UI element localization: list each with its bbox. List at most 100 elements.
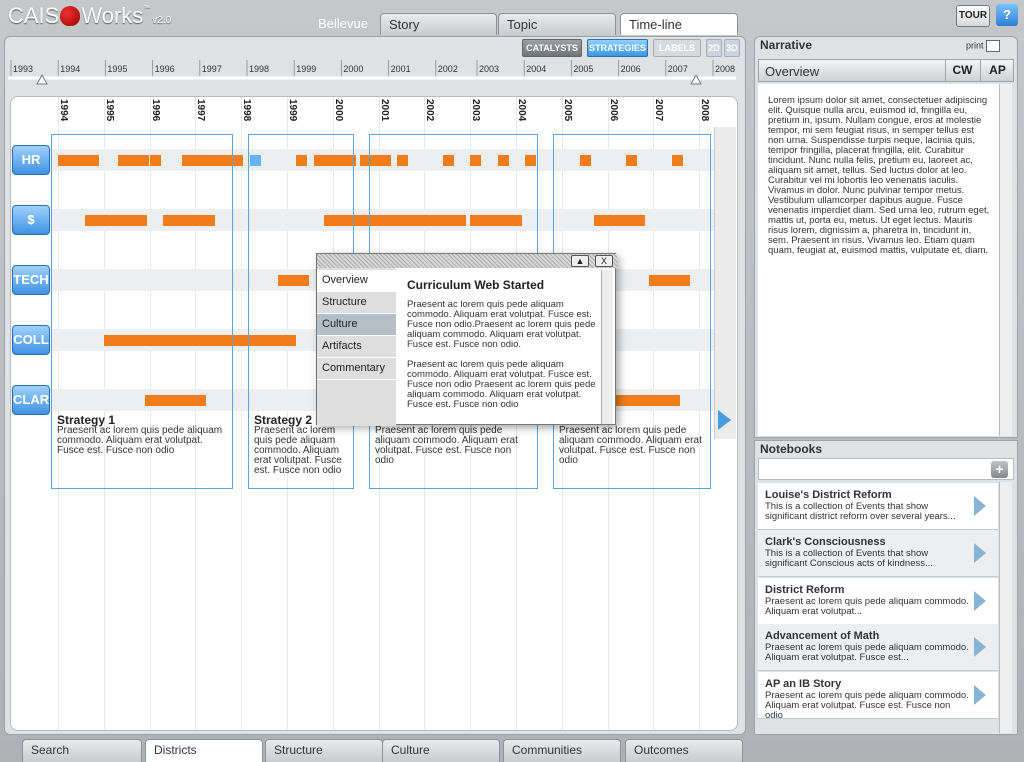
popup-scrollbar[interactable]	[601, 270, 613, 424]
notebook-item[interactable]: Clark's Consciousness This is a collectio…	[758, 530, 998, 577]
notebook-item[interactable]: District Reform Praesent ac lorem quis pe…	[758, 578, 998, 625]
strategy-desc: Praesent ac lorem quis pede aliquam comm…	[254, 425, 342, 476]
cw-tab[interactable]: CW	[945, 60, 979, 81]
narrative-scrollbar[interactable]	[999, 84, 1012, 436]
popup-paragraph-2: Praesent ac lorem quis pede aliquam comm…	[407, 359, 596, 410]
chart-year-label: 1997	[195, 99, 207, 122]
popup-nav-artifacts[interactable]: Artifacts	[317, 336, 396, 358]
apple-icon	[60, 6, 81, 26]
popup-nav-overview[interactable]: Overview	[317, 270, 396, 292]
ruler-year-label: 1994	[60, 64, 80, 74]
notebook-desc: Praesent ac lorem quis pede aliquam comm…	[765, 642, 969, 663]
notebook-title: District Reform	[765, 584, 845, 596]
chart-year-label: 2003	[470, 99, 482, 122]
ruler-year-label: 2004	[526, 64, 546, 74]
ruler-year-label: 2006	[621, 64, 641, 74]
print-button[interactable]: print	[966, 40, 1001, 52]
arrow-right-icon[interactable]	[974, 637, 986, 657]
notebook-title: Louise's District Reform	[765, 489, 892, 501]
add-notebook-button[interactable]: +	[991, 461, 1008, 478]
chart-year-label: 2005	[561, 99, 573, 122]
chart-year-label: 2006	[607, 99, 619, 122]
trademark: ™	[143, 5, 151, 12]
chart-year-label: 1999	[287, 99, 298, 122]
arrow-right-icon[interactable]	[974, 685, 986, 705]
notebook-item[interactable]: Louise's District Reform This is a collec…	[758, 483, 998, 530]
chart-year-label: 1996	[149, 99, 161, 122]
ruler-year-label: 2008	[715, 64, 735, 74]
chart-year-label: 2000	[332, 99, 344, 122]
row-button-budget[interactable]: $	[12, 205, 50, 235]
arrow-right-icon[interactable]	[974, 543, 986, 563]
narrative-title: Narrative	[760, 38, 813, 52]
brand-right: Works	[81, 3, 144, 28]
chart-year-label: 2007	[653, 99, 665, 122]
year-ruler[interactable]: 1993 1994 1995 1996 1997 1998 1999 2000 2001 2002…	[8, 60, 736, 90]
chart-year-label: 1994	[58, 99, 69, 122]
row-button-clar[interactable]: CLAR	[12, 385, 50, 415]
catalysts-toggle[interactable]: CATALYSTS	[522, 39, 582, 57]
bottom-tab-outcomes[interactable]: Outcomes	[625, 739, 743, 762]
notebooks-toolbar: +	[758, 458, 1014, 480]
notebook-desc: Praesent ac lorem quis pede aliquam comm…	[765, 690, 969, 721]
ruler-year-label: 1999	[296, 64, 316, 74]
play-icon[interactable]	[716, 408, 732, 432]
notebook-title: Clark's Consciousness	[765, 536, 886, 548]
popup-nav-commentary[interactable]: Commentary	[317, 358, 396, 380]
row-button-hr[interactable]: HR	[12, 145, 50, 175]
popup-collapse-button[interactable]: ▲	[571, 255, 589, 267]
notebook-desc: Praesent ac lorem quis pede aliquam comm…	[765, 596, 969, 617]
ruler-year-label: 2000	[343, 64, 363, 74]
tab-timeline[interactable]: Time-line	[620, 13, 738, 35]
chart-year-label: 2008	[699, 99, 711, 122]
ruler-year-label: 1997	[202, 64, 222, 74]
popup-close-button[interactable]: X	[595, 255, 613, 267]
tour-button[interactable]: TOUR	[956, 5, 990, 27]
chart-year-label: 2002	[424, 99, 436, 122]
popup-nav-culture[interactable]: Culture	[317, 314, 396, 336]
chart-year-label: 1995	[103, 99, 115, 122]
strategy-desc: Praesent ac lorem quis pede aliquam comm…	[57, 425, 223, 456]
bottom-tab-structure[interactable]: Structure	[265, 739, 383, 762]
row-button-tech[interactable]: TECH	[12, 265, 50, 295]
notebook-item[interactable]: Advancement of Math Praesent ac lorem qui…	[758, 624, 998, 671]
ruler-year-label: 1995	[107, 64, 127, 74]
ruler-year-label: 2005	[573, 64, 593, 74]
bottom-tab-search[interactable]: Search	[22, 739, 142, 762]
popup-nav-structure[interactable]: Structure	[317, 292, 396, 314]
popup-title: Curriculum Web Started	[407, 278, 545, 292]
chart-year-label: 1998	[241, 99, 253, 122]
event-marker[interactable]	[232, 155, 244, 166]
bottom-tab-districts[interactable]: Districts	[145, 739, 263, 762]
bottom-tab-culture[interactable]: Culture	[382, 739, 500, 762]
notebook-title: Advancement of Math	[765, 630, 880, 642]
notebooks-scrollbar[interactable]	[999, 482, 1012, 733]
printer-icon	[986, 40, 1001, 52]
ruler-year-label: 2003	[479, 64, 499, 74]
narrative-overview-tab[interactable]: Overview	[765, 64, 819, 79]
view-2d-button[interactable]: 2D	[706, 39, 722, 57]
narrative-header: Overview CW AP	[758, 59, 1014, 82]
labels-toggle[interactable]: LABELS	[653, 39, 701, 57]
chart-year-label: 2001	[378, 99, 390, 122]
arrow-right-icon[interactable]	[974, 591, 986, 611]
ruler-year-label: 1998	[249, 64, 269, 74]
arrow-right-icon[interactable]	[974, 496, 986, 516]
strategies-toggle[interactable]: STRATEGIES	[587, 39, 648, 57]
tab-topic[interactable]: Topic	[498, 13, 616, 35]
popup-paragraph-1: Praesent ac lorem quis pede aliquam comm…	[407, 299, 596, 350]
notebook-title: AP an IB Story	[765, 678, 842, 690]
help-button[interactable]: ?	[996, 4, 1018, 26]
year-gridline	[241, 97, 243, 730]
bottom-tab-communities[interactable]: Communities	[503, 739, 621, 762]
narrative-text: Lorem ipsum dolor sit amet, consectetuer…	[768, 95, 990, 256]
tab-story[interactable]: Story	[380, 13, 497, 35]
strategy-desc: Praesent ac lorem quis pede aliquam comm…	[559, 425, 702, 466]
view-3d-button[interactable]: 3D	[724, 39, 740, 57]
row-button-coll[interactable]: COLL	[12, 325, 50, 355]
print-label: print	[966, 40, 984, 51]
ruler-year-label: 1993	[13, 64, 33, 74]
row-selector-column	[714, 127, 736, 439]
notebook-item[interactable]: AP an IB Story Praesent ac lorem quis ped…	[758, 672, 998, 721]
ap-tab[interactable]: AP	[980, 60, 1014, 81]
